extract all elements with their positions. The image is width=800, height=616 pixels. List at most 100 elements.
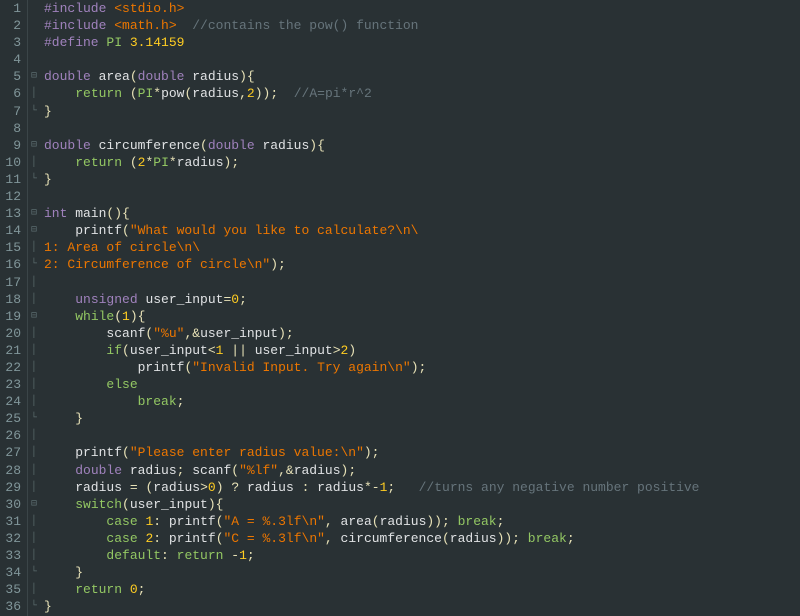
code-line[interactable]: } (44, 410, 699, 427)
fold-toggle-icon[interactable]: ⊟ (28, 137, 40, 154)
line-number: 10 (4, 154, 21, 171)
code-line[interactable]: else (44, 376, 699, 393)
code-line[interactable]: 2: Circumference of circle\n"); (44, 256, 699, 273)
token-str: "%u" (153, 326, 184, 341)
code-line[interactable]: if(user_input<1 || user_input>2) (44, 342, 699, 359)
token-num: 1 (239, 548, 247, 563)
fold-toggle-icon[interactable]: ⊟ (28, 496, 40, 513)
code-line[interactable]: return (PI*pow(radius,2)); //A=pi*r^2 (44, 85, 699, 102)
code-line[interactable]: } (44, 564, 699, 581)
token-id (44, 548, 106, 563)
fold-toggle-icon[interactable]: ⊟ (28, 68, 40, 85)
line-number: 27 (4, 444, 21, 461)
code-line[interactable]: return (2*PI*radius); (44, 154, 699, 171)
fold-guide-icon: │ (28, 325, 40, 342)
code-line[interactable]: default: return -1; (44, 547, 699, 564)
fold-toggle-icon[interactable]: ⊟ (28, 222, 40, 239)
code-line[interactable]: break; (44, 393, 699, 410)
line-number: 3 (4, 34, 21, 51)
code-line[interactable]: 1: Area of circle\n\ (44, 239, 699, 256)
token-type: int (44, 206, 67, 221)
code-line[interactable]: unsigned user_input=0; (44, 291, 699, 308)
fold-guide-icon: └ (28, 256, 40, 273)
token-pp: #include (44, 18, 114, 33)
code-line[interactable]: #include <stdio.h> (44, 0, 699, 17)
code-line[interactable] (44, 274, 699, 291)
token-op: > (333, 343, 341, 358)
token-id (44, 565, 75, 580)
fold-gutter[interactable]: ⊟│└⊟│└⊟⊟│└││⊟│││││└││││⊟│││└│└ (28, 0, 40, 616)
token-op: ,& (184, 326, 200, 341)
code-line[interactable]: switch(user_input){ (44, 496, 699, 513)
code-line[interactable]: #include <math.h> //contains the pow() f… (44, 17, 699, 34)
token-op: ); (278, 326, 294, 341)
code-line[interactable]: case 1: printf("A = %.3lf\n", area(radiu… (44, 513, 699, 530)
token-op: ( (130, 155, 138, 170)
token-id (44, 343, 106, 358)
token-id: radius (153, 480, 200, 495)
token-id (44, 394, 138, 409)
token-cmt: //A=pi*r^2 (294, 86, 372, 101)
token-op: ( (130, 69, 138, 84)
code-line[interactable]: } (44, 171, 699, 188)
token-id (44, 86, 75, 101)
line-number: 31 (4, 513, 21, 530)
fold-guide-icon: │ (28, 547, 40, 564)
line-number: 17 (4, 274, 21, 291)
line-number: 9 (4, 137, 21, 154)
token-op: ; (177, 394, 185, 409)
token-id: printf (44, 360, 184, 375)
token-kw: return (75, 582, 122, 597)
token-op: )); (497, 531, 520, 546)
code-line[interactable] (44, 51, 699, 68)
code-line[interactable]: case 2: printf("C = %.3lf\n", circumfere… (44, 530, 699, 547)
token-id (169, 548, 177, 563)
token-id (122, 86, 130, 101)
line-number-gutter: 1234567891011121314151617181920212223242… (0, 0, 28, 616)
token-op: ); (224, 155, 240, 170)
fold-guide-icon: │ (28, 291, 40, 308)
code-line[interactable]: int main(){ (44, 205, 699, 222)
token-id (44, 531, 106, 546)
token-op: ( (200, 138, 208, 153)
code-line[interactable]: double circumference(double radius){ (44, 137, 699, 154)
code-line[interactable]: #define PI 3.14159 (44, 34, 699, 51)
token-num: 0 (130, 582, 138, 597)
code-line[interactable]: radius = (radius>0) ? radius : radius*-1… (44, 479, 699, 496)
code-line[interactable]: } (44, 103, 699, 120)
fold-guide-icon: └ (28, 598, 40, 615)
code-line[interactable] (44, 120, 699, 137)
line-number: 16 (4, 256, 21, 273)
code-line[interactable] (44, 188, 699, 205)
code-line[interactable] (44, 427, 699, 444)
token-op: ); (341, 463, 357, 478)
fold-toggle-icon[interactable]: ⊟ (28, 205, 40, 222)
token-id: radius (294, 463, 341, 478)
code-line[interactable]: } (44, 598, 699, 615)
token-op: , (325, 531, 333, 546)
code-editor[interactable]: 1234567891011121314151617181920212223242… (0, 0, 800, 616)
token-op: } (44, 599, 52, 614)
fold-guide-icon: │ (28, 376, 40, 393)
fold-toggle-icon[interactable]: ⊟ (28, 308, 40, 325)
code-line[interactable]: return 0; (44, 581, 699, 598)
code-line[interactable]: scanf("%u",&user_input); (44, 325, 699, 342)
code-line[interactable]: while(1){ (44, 308, 699, 325)
token-id (44, 497, 75, 512)
fold-guide-icon: │ (28, 581, 40, 598)
token-op: ) (216, 480, 224, 495)
token-id: circumference (333, 531, 442, 546)
code-area[interactable]: #include <stdio.h>#include <math.h> //co… (40, 0, 699, 616)
code-line[interactable]: double area(double radius){ (44, 68, 699, 85)
fold-guide-icon: └ (28, 410, 40, 427)
code-line[interactable]: printf("Invalid Input. Try again\n"); (44, 359, 699, 376)
token-op: ( (130, 86, 138, 101)
code-line[interactable]: printf("What would you like to calculate… (44, 222, 699, 239)
token-op: * (169, 155, 177, 170)
token-id: user_input (200, 326, 278, 341)
code-line[interactable]: double radius; scanf("%lf",&radius); (44, 462, 699, 479)
code-line[interactable]: printf("Please enter radius value:\n"); (44, 444, 699, 461)
fold-guide-icon (28, 120, 40, 137)
token-op: : (161, 548, 169, 563)
token-op: ( (122, 497, 130, 512)
